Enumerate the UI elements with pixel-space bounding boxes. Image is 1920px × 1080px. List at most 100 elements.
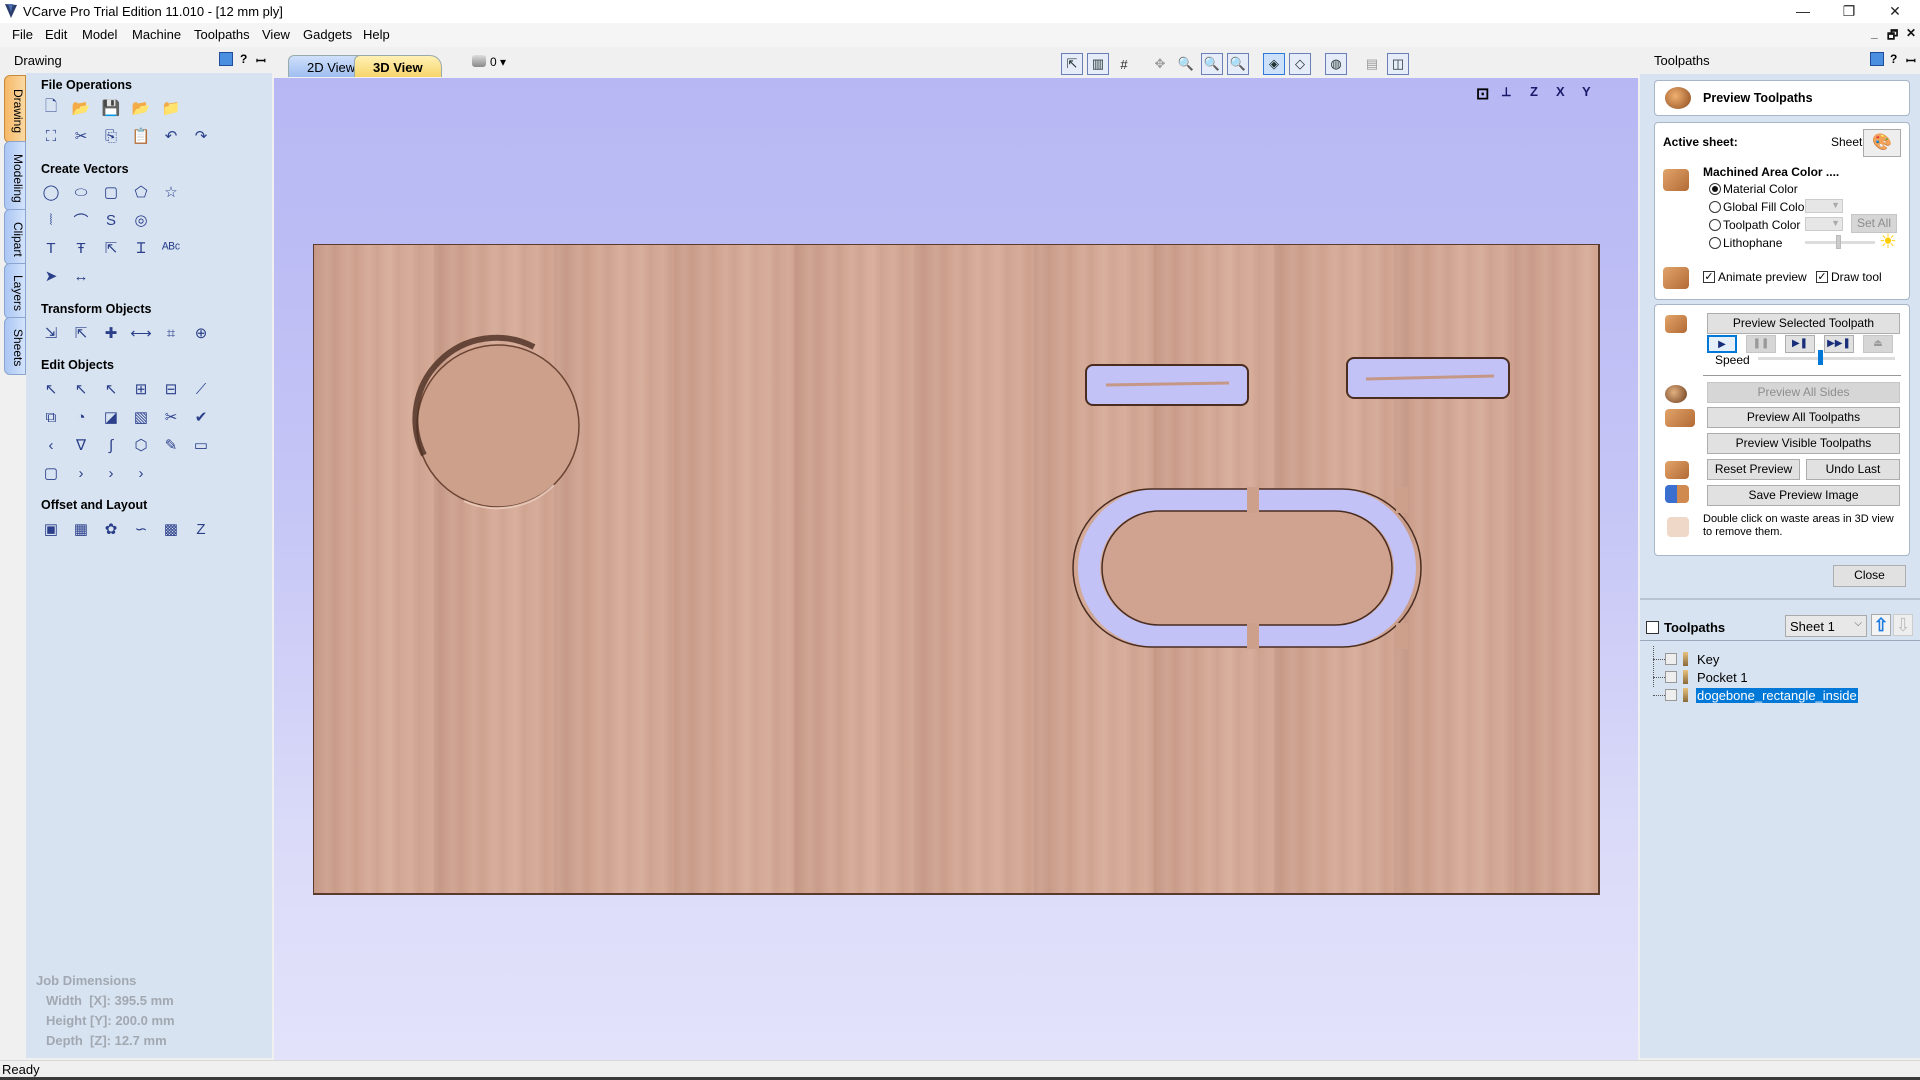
slot-cut-left[interactable] [1085, 364, 1249, 406]
mdi-restore-button[interactable]: 🗗 [1887, 26, 1898, 47]
mirror-icon[interactable]: ⟷ [130, 322, 152, 344]
preview-visible-toolpaths-button[interactable]: Preview Visible Toolpaths [1707, 433, 1900, 454]
scale-icon[interactable]: ⇱ [70, 322, 92, 344]
checkbox-animate-preview[interactable]: ✓ [1703, 271, 1715, 283]
radio-material-color[interactable] [1709, 183, 1721, 195]
menu-model[interactable]: Model [82, 27, 117, 42]
fillet-icon[interactable]: ‹ [40, 434, 62, 456]
step-button[interactable]: ▶❚ [1785, 335, 1815, 353]
side-tab-layers[interactable]: Layers [4, 263, 26, 319]
toolpath-item[interactable]: dogebone_rectangle_inside [1640, 687, 1920, 705]
select-all-icon[interactable]: ⛶ [40, 125, 62, 147]
toolpath-visibility-checkbox[interactable] [1665, 689, 1677, 701]
side-tab-sheets[interactable]: Sheets [4, 317, 26, 375]
star-icon[interactable]: ☆ [160, 181, 182, 203]
toolpath-color-picker[interactable]: ▼ [1805, 217, 1843, 231]
sheet-palette-button[interactable]: 🎨 [1863, 129, 1901, 157]
layer-dropdown[interactable]: 0 ▾ [490, 55, 506, 69]
menu-machine[interactable]: Machine [132, 27, 181, 42]
move-toolpath-down-button[interactable]: ⇩ [1893, 614, 1913, 636]
speed-slider-thumb[interactable] [1817, 350, 1823, 365]
array-icon[interactable]: ▦ [70, 518, 92, 540]
rectangle-icon[interactable]: ▢ [100, 181, 122, 203]
weld-icon[interactable]: ⧉ [40, 406, 62, 428]
side-tab-drawing[interactable]: Drawing [4, 75, 26, 143]
arc-icon[interactable]: ⌒ [70, 209, 92, 231]
select-icon[interactable]: ↖ [40, 378, 62, 400]
measure-icon[interactable]: ⟋ [190, 378, 212, 400]
checkbox-all-toolpaths[interactable] [1646, 621, 1659, 634]
toolpath-item[interactable]: Pocket 1 [1640, 669, 1920, 687]
close-button[interactable]: ✕ [1872, 0, 1918, 23]
open-file-icon[interactable]: 📂 [70, 97, 92, 119]
circular-array-icon[interactable]: ✿ [100, 518, 122, 540]
polygon-icon[interactable]: ⬠ [130, 181, 152, 203]
text-on-curve-icon[interactable]: ⇱ [100, 237, 122, 259]
layout-icon[interactable]: ▥ [1087, 53, 1109, 75]
speed-slider-track[interactable] [1758, 357, 1895, 360]
mdi-close-button[interactable]: ✕ [1906, 26, 1916, 40]
rewind-to-top-button[interactable]: ⏏ [1863, 335, 1893, 353]
material-board[interactable] [313, 244, 1600, 895]
view-x-button[interactable]: X [1556, 84, 1565, 99]
radio-toolpath-color[interactable] [1709, 219, 1721, 231]
slot-cut-right[interactable] [1346, 357, 1510, 399]
import-icon[interactable]: 📁 [160, 97, 182, 119]
side-tab-modeling[interactable]: Modeling [4, 141, 26, 211]
menu-view[interactable]: View [262, 27, 290, 42]
checkbox-draw-tool[interactable]: ✓ [1816, 271, 1828, 283]
intersect-icon[interactable]: ◪ [100, 406, 122, 428]
ungroup-icon[interactable]: ⊟ [160, 378, 182, 400]
copy-icon[interactable]: ⎘ [100, 125, 122, 147]
pause-button[interactable]: ❚❚ [1746, 335, 1776, 353]
corner-c-icon[interactable]: › [130, 462, 152, 484]
side-tab-clipart[interactable]: Clipart [4, 209, 26, 265]
lithophane-slider-thumb[interactable] [1836, 235, 1841, 249]
text-arc-icon[interactable]: ᴬᴮᶜ [160, 237, 182, 259]
fill-icon[interactable]: ▧ [130, 406, 152, 428]
circular-pocket[interactable] [412, 334, 580, 510]
copy-along-vector-icon[interactable]: ∽ [130, 518, 152, 540]
draw-image-icon[interactable]: ✎ [160, 434, 182, 456]
undo-last-button[interactable]: Undo Last [1806, 459, 1900, 480]
radio-global-fill-color[interactable] [1709, 201, 1721, 213]
sheet-select-dropdown[interactable]: Sheet 1 ⌵ [1785, 615, 1867, 637]
help-icon[interactable]: ? [1890, 52, 1897, 66]
fast-forward-button[interactable]: ▶▶❚ [1824, 335, 1854, 353]
menu-help[interactable]: Help [363, 27, 390, 42]
subtract-icon[interactable]: ◔ [70, 406, 92, 428]
menu-toolpaths[interactable]: Toolpaths [194, 27, 250, 42]
curve-icon[interactable]: S [100, 209, 122, 231]
new-file-icon[interactable]: 🗋 [40, 97, 62, 119]
lighting-icon[interactable]: ◍ [1325, 53, 1347, 75]
undo-icon[interactable]: ↶ [160, 125, 182, 147]
tab-3d-view[interactable]: 3D View [354, 55, 442, 77]
mdi-minimize-button[interactable]: _ [1871, 26, 1878, 40]
pin-icon[interactable]: ꟷ [1906, 52, 1916, 69]
smooth-polyline-icon[interactable]: ▢ [40, 462, 62, 484]
text-autolayout-icon[interactable]: Ɪ [130, 237, 152, 259]
dimension-icon[interactable]: ↔ [70, 265, 92, 287]
menu-file[interactable]: File [12, 27, 33, 42]
node-tool-icon[interactable]: ∇ [70, 434, 92, 456]
layout-2d-3d-icon[interactable]: ▤ [1361, 53, 1383, 75]
cut-icon[interactable]: ✂ [70, 125, 92, 147]
collapse-panel-icon[interactable] [219, 52, 233, 66]
dogbone-oval-cut[interactable] [1072, 487, 1422, 649]
redo-icon[interactable]: ↷ [190, 125, 212, 147]
reset-preview-button[interactable]: Reset Preview [1707, 459, 1800, 480]
save-preview-image-button[interactable]: Save Preview Image [1707, 485, 1900, 506]
validate-icon[interactable]: ✔ [190, 406, 212, 428]
dimension-bird-icon[interactable]: ➤ [40, 265, 62, 287]
pan-icon[interactable]: ✥ [1149, 53, 1171, 75]
move-toolpath-up-button[interactable]: ⇧ [1871, 614, 1891, 636]
corner-b-icon[interactable]: › [100, 462, 122, 484]
zoom-out-icon[interactable]: 🔍 [1227, 53, 1249, 75]
zoom-to-fit-button[interactable]: ⊡ [1476, 84, 1489, 104]
corner-a-icon[interactable]: › [70, 462, 92, 484]
polyline-icon[interactable]: ⦚ [40, 209, 62, 231]
toolpath-visibility-checkbox[interactable] [1665, 671, 1677, 683]
smooth-icon[interactable]: ∫ [100, 434, 122, 456]
move-icon[interactable]: ⇲ [40, 322, 62, 344]
preview-all-sides-button[interactable]: Preview All Sides [1707, 382, 1900, 403]
